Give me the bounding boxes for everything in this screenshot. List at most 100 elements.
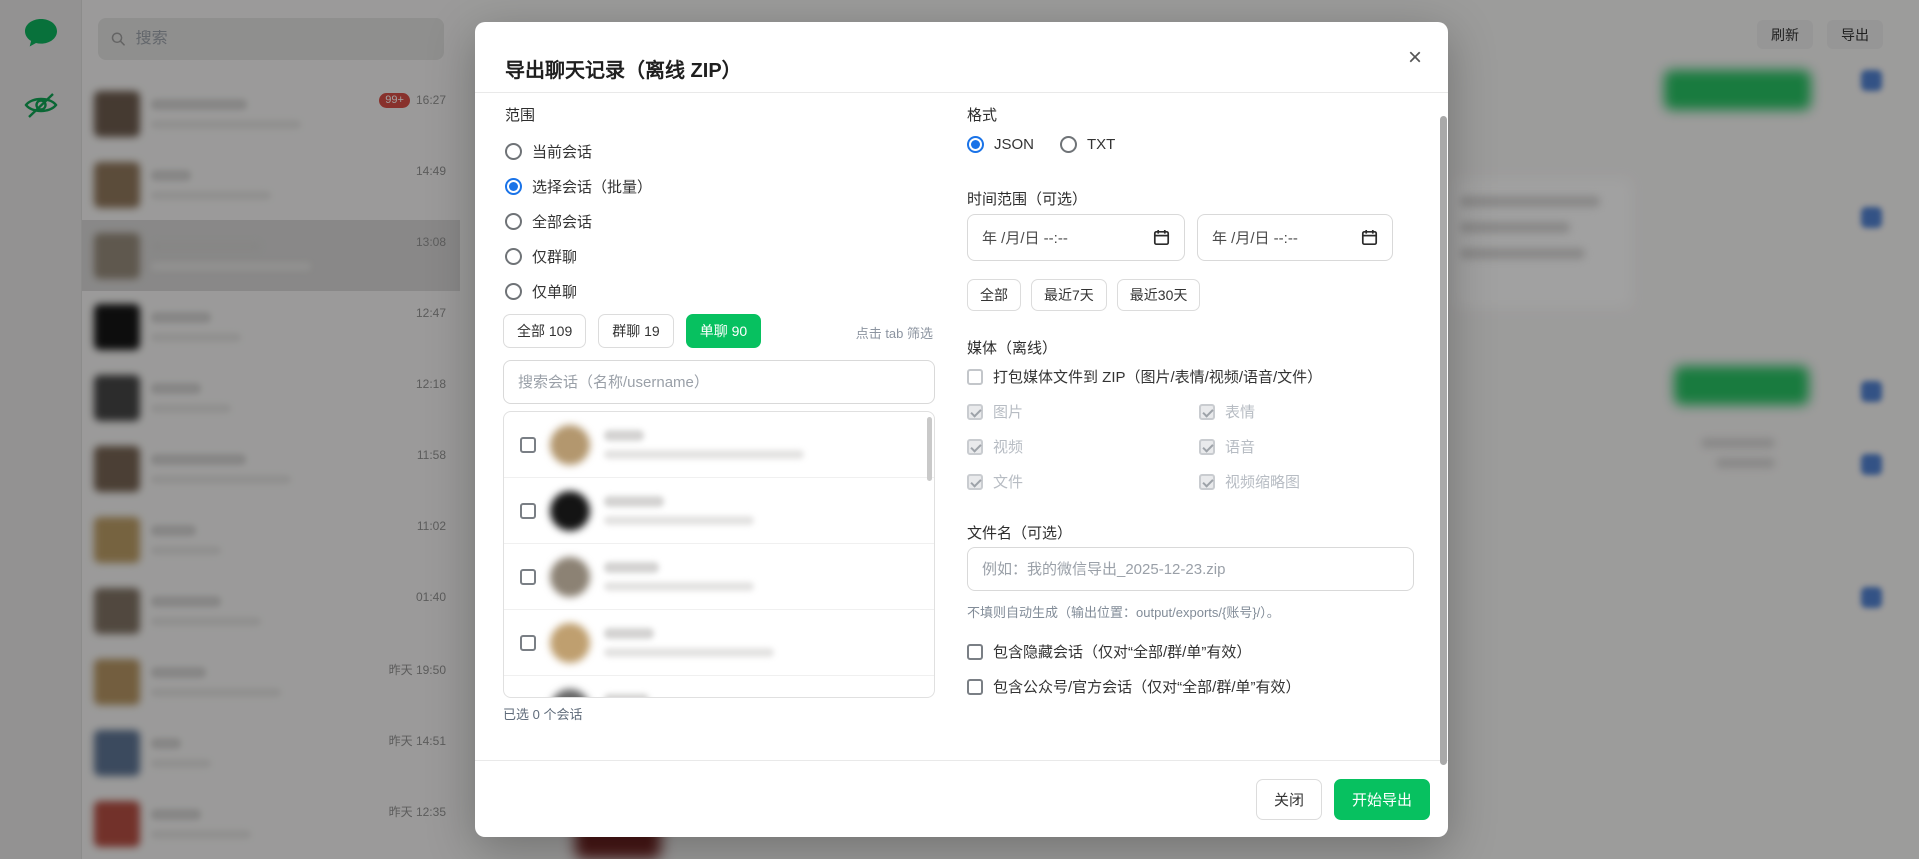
quick-range-button[interactable]: 最近30天	[1117, 279, 1201, 311]
pack-media-checkbox-row[interactable]: 打包媒体文件到 ZIP（图片/表情/视频/语音/文件）	[967, 366, 1322, 387]
scope-option[interactable]: 当前会话	[505, 134, 652, 169]
scope-option[interactable]: 仅群聊	[505, 239, 652, 274]
time-range-section-label: 时间范围（可选）	[967, 188, 1087, 209]
filename-section-label: 文件名（可选）	[967, 522, 1072, 543]
pack-media-label: 打包媒体文件到 ZIP（图片/表情/视频/语音/文件）	[993, 366, 1322, 387]
media-type-row: 表情	[1199, 394, 1407, 429]
start-export-button[interactable]: 开始导出	[1334, 779, 1430, 820]
extra-option-row[interactable]: 包含公众号/官方会话（仅对“全部/群/单”有效）	[967, 669, 1301, 704]
conversation-text-blurred	[604, 496, 754, 525]
end-datetime-placeholder: 年 /月/日 --:--	[1212, 227, 1298, 248]
scope-radio[interactable]	[505, 248, 522, 265]
scope-radio[interactable]	[505, 143, 522, 160]
conversation-avatar	[550, 557, 590, 597]
blurred-conversation-username	[604, 516, 754, 525]
pack-media-checkbox[interactable]	[967, 369, 983, 385]
scope-radio[interactable]	[505, 178, 522, 195]
format-option[interactable]: JSON	[967, 136, 1034, 153]
blurred-conversation-username	[604, 450, 804, 459]
conversation-row[interactable]	[504, 412, 934, 478]
media-type-grid: 图片 表情视频 语音文件 视频缩略图	[967, 394, 1407, 499]
media-type-row: 图片	[967, 394, 1199, 429]
extra-option-checkbox[interactable]	[967, 644, 983, 660]
conversation-checkbox[interactable]	[520, 503, 536, 519]
start-datetime-placeholder: 年 /月/日 --:--	[982, 227, 1068, 248]
media-type-label: 语音	[1225, 436, 1255, 457]
format-section-label: 格式	[967, 104, 997, 125]
conversation-row[interactable]	[504, 610, 934, 676]
close-icon[interactable]: ×	[1408, 46, 1422, 70]
media-type-label: 图片	[993, 401, 1023, 422]
scope-option-label: 当前会话	[532, 141, 592, 162]
extra-option-label: 包含公众号/官方会话（仅对“全部/群/单”有效）	[993, 676, 1301, 697]
blurred-conversation-username	[604, 582, 754, 591]
conversation-text-blurred	[604, 694, 764, 698]
conversation-avatar	[550, 491, 590, 531]
end-datetime-field[interactable]: 年 /月/日 --:--	[1197, 214, 1393, 261]
format-option[interactable]: TXT	[1060, 136, 1115, 153]
format-radio[interactable]	[1060, 136, 1077, 153]
blurred-conversation-name	[604, 562, 659, 573]
quick-range-button[interactable]: 最近7天	[1031, 279, 1107, 311]
conversation-search-input[interactable]	[503, 360, 935, 404]
scope-radio-group: 当前会话选择会话（批量） 全部会话仅群聊仅单聊	[505, 134, 652, 309]
quick-range-button[interactable]: 全部	[967, 279, 1021, 311]
media-type-checkbox	[967, 474, 983, 490]
list-scrollbar-thumb[interactable]	[927, 417, 932, 481]
extra-options-group: 包含隐藏会话（仅对“全部/群/单”有效） 包含公众号/官方会话（仅对“全部/群/单…	[967, 634, 1301, 704]
conversation-avatar	[550, 623, 590, 663]
conversation-text-blurred	[604, 430, 804, 459]
media-type-checkbox	[1199, 474, 1215, 490]
conversation-checkbox[interactable]	[520, 635, 536, 651]
scope-option[interactable]: 选择会话（批量）	[505, 169, 652, 204]
media-type-checkbox	[1199, 439, 1215, 455]
blurred-conversation-name	[604, 694, 649, 698]
conversation-row[interactable]	[504, 478, 934, 544]
format-radio-group: JSON TXT	[967, 136, 1115, 153]
media-type-checkbox	[967, 404, 983, 420]
scope-option-label: 仅单聊	[532, 281, 577, 302]
conversation-checkbox[interactable]	[520, 569, 536, 585]
close-button[interactable]: 关闭	[1256, 779, 1322, 820]
export-dialog: 导出聊天记录（离线 ZIP） × 范围 当前会话选择会话（批量）全部会话仅群聊仅…	[475, 22, 1448, 837]
quick-range-buttons: 全部最近7天最近30天	[967, 279, 1200, 311]
blurred-conversation-username	[604, 648, 774, 657]
conversation-row[interactable]	[504, 676, 934, 698]
extra-option-label: 包含隐藏会话（仅对“全部/群/单”有效）	[993, 641, 1251, 662]
extra-option-row[interactable]: 包含隐藏会话（仅对“全部/群/单”有效）	[967, 634, 1301, 669]
media-type-row: 文件	[967, 464, 1199, 499]
extra-option-checkbox[interactable]	[967, 679, 983, 695]
conversation-checkbox[interactable]	[520, 437, 536, 453]
dialog-title: 导出聊天记录（离线 ZIP）	[505, 54, 742, 83]
start-datetime-field[interactable]: 年 /月/日 --:--	[967, 214, 1185, 261]
media-type-checkbox	[1199, 404, 1215, 420]
filter-hint-text: 点击 tab 筛选	[503, 323, 933, 342]
conversation-avatar	[550, 689, 590, 699]
scope-option[interactable]: 仅单聊	[505, 274, 652, 309]
header-divider	[475, 92, 1448, 93]
media-type-label: 文件	[993, 471, 1023, 492]
scope-radio[interactable]	[505, 213, 522, 230]
app-window: 99+16:2714:4913:0812:4712:1811:5811:0201…	[0, 0, 1919, 859]
calendar-icon[interactable]	[1153, 229, 1170, 246]
selected-count-text: 已选 0 个会话	[503, 704, 582, 723]
conversation-text-blurred	[604, 628, 774, 657]
media-type-row: 视频	[967, 429, 1199, 464]
filename-hint-text: 不填则自动生成（输出位置：output/exports/{账号}/）。	[967, 602, 1280, 621]
scope-radio[interactable]	[505, 283, 522, 300]
scope-option-label: 仅群聊	[532, 246, 577, 267]
format-option-label: TXT	[1087, 136, 1115, 153]
scope-option[interactable]: 全部会话	[505, 204, 652, 239]
format-radio[interactable]	[967, 136, 984, 153]
calendar-icon[interactable]	[1361, 229, 1378, 246]
media-type-label: 视频缩略图	[1225, 471, 1300, 492]
media-type-label: 视频	[993, 436, 1023, 457]
scope-option-label: 全部会话	[532, 211, 592, 232]
conversation-row[interactable]	[504, 544, 934, 610]
modal-scrollbar-thumb[interactable]	[1440, 116, 1447, 765]
media-type-row: 视频缩略图	[1199, 464, 1407, 499]
filename-input[interactable]	[967, 547, 1414, 591]
blurred-conversation-name	[604, 496, 664, 507]
media-type-checkbox	[967, 439, 983, 455]
blurred-conversation-name	[604, 430, 644, 441]
